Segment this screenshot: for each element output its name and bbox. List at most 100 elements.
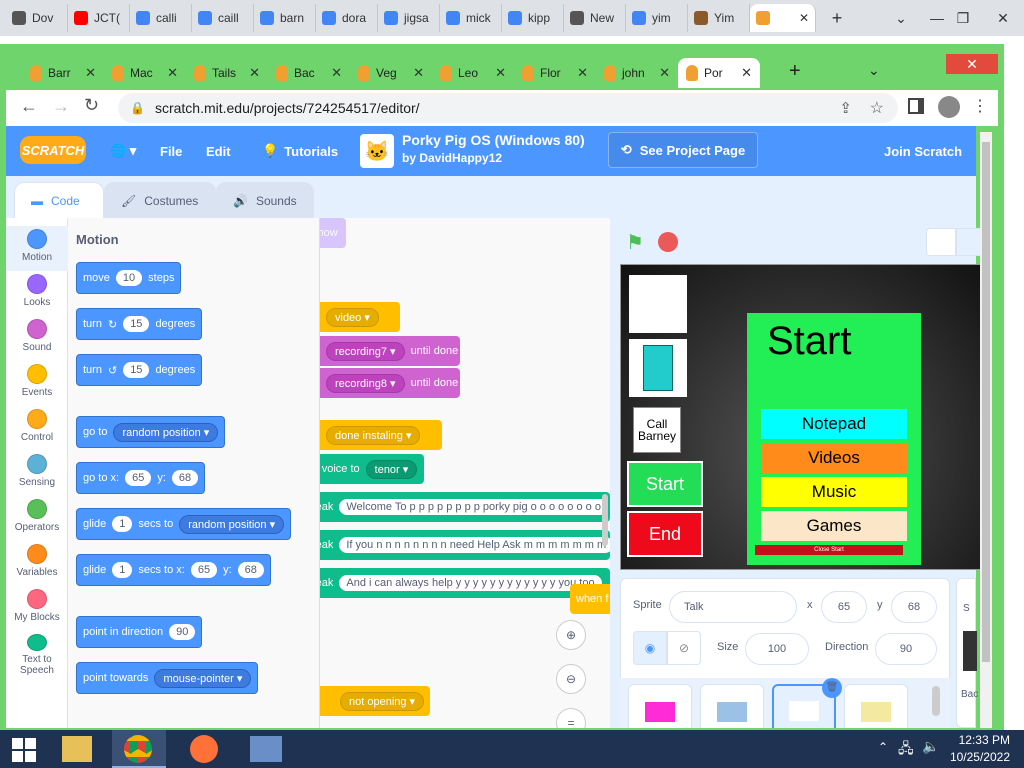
glide-y-input[interactable]: 68 bbox=[237, 562, 264, 578]
close-tab-icon[interactable]: ✕ bbox=[167, 65, 178, 81]
show-eye-icon[interactable]: ◉ bbox=[633, 631, 667, 665]
close-tab-icon[interactable]: ✕ bbox=[413, 65, 424, 81]
category-sound[interactable]: Sound bbox=[6, 316, 68, 361]
block-turn-left[interactable]: turn ↺ 15 degrees bbox=[76, 354, 203, 386]
sprite-thumbnail[interactable]: Sprite2 bbox=[844, 684, 908, 728]
sprite-thumbnail[interactable]: Sprite1 bbox=[628, 684, 692, 728]
speak1-input[interactable]: Welcome To p p p p p p p p porky pig o o… bbox=[339, 499, 608, 515]
small-stage-icon[interactable] bbox=[926, 228, 956, 256]
hat-when-flag-partial[interactable]: when f bbox=[570, 584, 610, 614]
gotoxy-y-input[interactable]: 68 bbox=[171, 470, 199, 486]
gotoxy-x-input[interactable]: 65 bbox=[125, 470, 152, 486]
notepad-menu-item[interactable]: Notepad bbox=[761, 409, 907, 439]
script-scrollbar[interactable] bbox=[602, 494, 608, 546]
block-turn-right[interactable]: turn ↻ 15 degrees bbox=[76, 308, 203, 340]
hide-eye-icon[interactable]: ⊘ bbox=[667, 631, 701, 665]
outer-tab[interactable]: jigsa bbox=[378, 4, 440, 32]
call-barney-button[interactable]: Call Barney bbox=[633, 407, 681, 453]
chrome-taskbar-button[interactable] bbox=[112, 730, 166, 768]
side-panel-icon[interactable] bbox=[908, 98, 924, 114]
speak-block-1[interactable]: speak Welcome To p p p p p p p p porky pi… bbox=[320, 492, 610, 522]
inner-tab[interactable]: Bac ✕ bbox=[268, 58, 350, 88]
inner-tab[interactable]: john ✕ bbox=[596, 58, 678, 88]
receive-installing-dropdown[interactable]: done instaling ▾ bbox=[326, 425, 421, 445]
close-tab-icon[interactable]: ✕ bbox=[331, 65, 342, 81]
category-sensing[interactable]: Sensing bbox=[6, 451, 68, 496]
glide-secs-input[interactable]: 1 bbox=[112, 516, 133, 532]
receive-not-opening-dropdown[interactable]: not opening ▾ bbox=[340, 691, 425, 711]
block-point-direction[interactable]: point in direction 90 bbox=[76, 616, 203, 648]
pencil-notepad-icon[interactable] bbox=[629, 275, 687, 333]
menu-kebab-icon[interactable]: ⋮ bbox=[972, 96, 988, 116]
share-icon[interactable]: ⇪ bbox=[839, 99, 852, 117]
stop-sign-icon[interactable] bbox=[658, 232, 678, 252]
inner-tab[interactable]: Flor ✕ bbox=[514, 58, 596, 88]
close-tab-icon[interactable]: ✕ bbox=[659, 65, 670, 81]
forward-icon[interactable]: → bbox=[52, 96, 70, 117]
inner-new-tab-icon[interactable]: + bbox=[789, 60, 801, 83]
outer-tab[interactable]: yim bbox=[626, 4, 688, 32]
tab-code[interactable]: ▬ Code bbox=[14, 182, 104, 218]
block-point-towards[interactable]: point towards mouse-pointer ▾ bbox=[76, 662, 259, 694]
outer-tab[interactable]: New bbox=[564, 4, 626, 32]
volume-icon[interactable]: 🔈 bbox=[922, 738, 939, 755]
inner-tab[interactable]: Barr ✕ bbox=[22, 58, 104, 88]
games-menu-item[interactable]: Games bbox=[761, 511, 907, 541]
sound8-dropdown[interactable]: recording8 ▾ bbox=[326, 373, 405, 393]
goto-target-dropdown[interactable]: random position ▾ bbox=[113, 422, 219, 442]
speak-block-3[interactable]: speak And i can always help y y y y y y y… bbox=[320, 568, 610, 598]
close-start-button[interactable]: Close Start bbox=[755, 545, 903, 555]
language-globe-icon[interactable]: 🌐 ▾ bbox=[110, 126, 136, 176]
zoom-out-icon[interactable]: ⊖ bbox=[556, 664, 586, 694]
network-icon[interactable]: 🖧 bbox=[898, 738, 914, 762]
restore-icon[interactable]: ❐ bbox=[946, 0, 980, 36]
windows-start-icon[interactable] bbox=[12, 738, 36, 762]
outer-tab[interactable]: JCT( bbox=[68, 4, 130, 32]
sprite-thumbnail[interactable]: Talk🗑 bbox=[772, 678, 842, 728]
script-show-block[interactable]: show bbox=[320, 218, 346, 248]
close-tab-icon[interactable]: ✕ bbox=[85, 65, 96, 81]
file-explorer-icon[interactable] bbox=[62, 736, 92, 762]
stage-start-button[interactable]: Start bbox=[627, 461, 703, 507]
play-sound-recording8[interactable]: recording8 ▾ until done bbox=[320, 368, 460, 398]
sprite-thumbnail[interactable]: downloa... bbox=[700, 684, 764, 728]
project-title[interactable]: Porky Pig OS (Windows 80) bbox=[402, 132, 585, 148]
videos-menu-item[interactable]: Videos bbox=[761, 443, 907, 473]
firefox-icon[interactable] bbox=[190, 735, 218, 763]
play-sound-recording7[interactable]: recording7 ▾ until done bbox=[320, 336, 460, 366]
glide-xy-secs-input[interactable]: 1 bbox=[112, 562, 133, 578]
music-menu-item[interactable]: Music bbox=[761, 477, 907, 507]
outer-tab[interactable]: Yim bbox=[688, 4, 750, 32]
outer-tab[interactable]: calli bbox=[130, 4, 192, 32]
close-tab-icon[interactable]: ✕ bbox=[249, 65, 260, 81]
block-move[interactable]: move 10 steps bbox=[76, 262, 182, 294]
url-field[interactable]: 🔒 scratch.mit.edu/projects/724254517/edi… bbox=[118, 93, 898, 123]
inner-tab[interactable]: Mac ✕ bbox=[104, 58, 186, 88]
inner-tab[interactable]: Veg ✕ bbox=[350, 58, 432, 88]
speak2-input[interactable]: If you n n n n n n n n need Help Ask m m… bbox=[339, 537, 610, 553]
block-goto-xy[interactable]: go to x: 65 y: 68 bbox=[76, 462, 206, 494]
project-author[interactable]: by DavidHappy12 bbox=[402, 151, 502, 165]
file-menu[interactable]: File bbox=[160, 126, 182, 176]
tab-search-icon[interactable]: ⌄ bbox=[884, 0, 918, 36]
outer-tab[interactable]: barn bbox=[254, 4, 316, 32]
block-glide-xy[interactable]: glide 1 secs to x: 65 y: 68 bbox=[76, 554, 271, 586]
turn-left-input[interactable]: 15 bbox=[123, 362, 150, 378]
clock-date[interactable]: 10/25/2022 bbox=[946, 750, 1010, 764]
voice-dropdown[interactable]: tenor ▾ bbox=[365, 459, 418, 479]
speaker-sprite-icon[interactable] bbox=[629, 339, 687, 397]
towards-dropdown[interactable]: mouse-pointer ▾ bbox=[154, 668, 252, 688]
block-goto[interactable]: go to random position ▾ bbox=[76, 416, 226, 448]
inner-tab[interactable]: Leo ✕ bbox=[432, 58, 514, 88]
outer-tab[interactable]: dora bbox=[316, 4, 378, 32]
inner-tab[interactable]: Tails ✕ bbox=[186, 58, 268, 88]
inner-close-window-icon[interactable]: ✕ bbox=[946, 54, 998, 74]
zoom-reset-icon[interactable]: = bbox=[556, 708, 586, 728]
reload-icon[interactable]: ↻ bbox=[84, 95, 99, 116]
tutorials-menu[interactable]: 💡 Tutorials bbox=[262, 126, 338, 176]
sprite-y-field[interactable]: 68 bbox=[891, 591, 937, 623]
inner-tab[interactable]: Por ✕ bbox=[678, 58, 760, 88]
sound7-dropdown[interactable]: recording7 ▾ bbox=[326, 341, 405, 361]
category-text-to-speech[interactable]: Text to Speech bbox=[6, 631, 68, 676]
category-events[interactable]: Events bbox=[6, 361, 68, 406]
